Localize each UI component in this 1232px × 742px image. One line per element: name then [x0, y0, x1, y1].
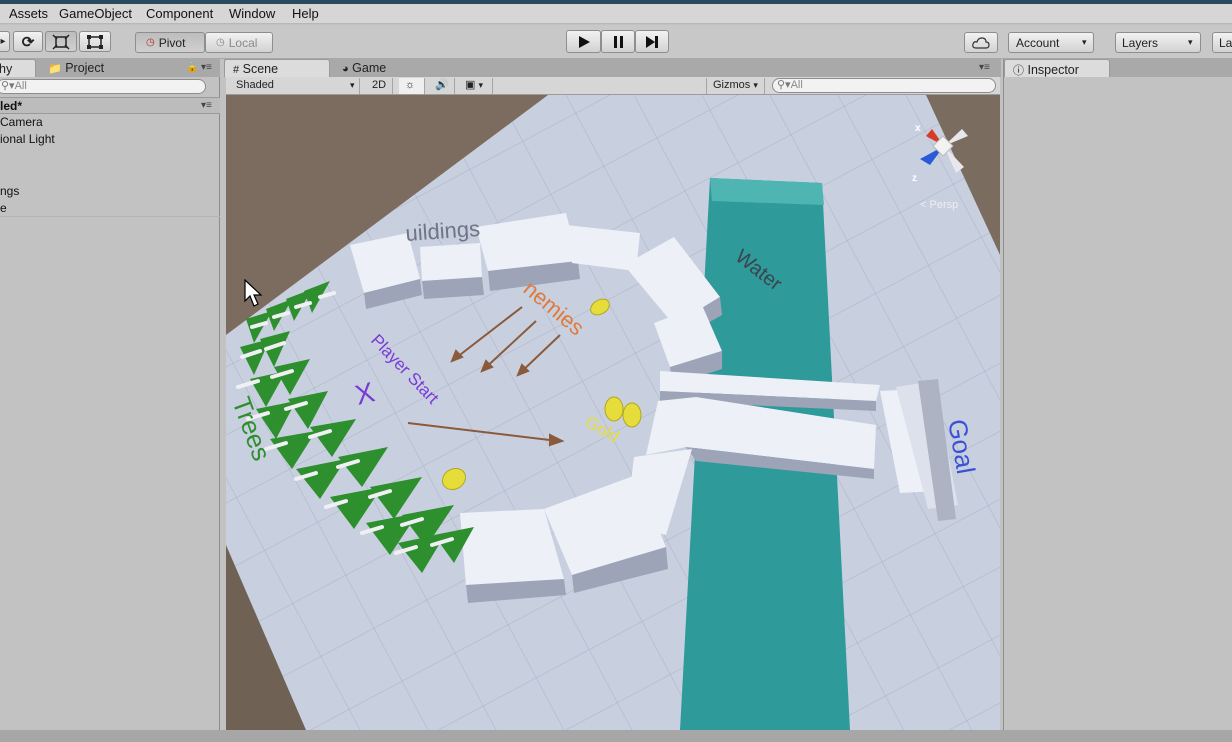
rotate-tool-button[interactable]: ⟳ — [13, 31, 43, 52]
scene-header-row[interactable]: led* ▾≡ — [0, 97, 220, 114]
project-tab-label: Project — [65, 61, 105, 75]
shading-mode-label: Shaded — [236, 79, 274, 91]
rect-tool-button[interactable] — [79, 31, 111, 52]
menu-window[interactable]: Window — [229, 6, 275, 21]
account-label: Account — [1016, 35, 1060, 50]
move-icon: ▸ — [0, 36, 6, 47]
local-toggle[interactable]: ◷ Local — [205, 32, 273, 53]
lighting-toggle[interactable]: ☼ — [399, 78, 425, 94]
pacman-icon: ◕ — [342, 63, 349, 75]
label-buildings: uildings — [405, 216, 481, 246]
tab-game[interactable]: ◕ Game — [334, 59, 394, 77]
scene-panel-menu-icon[interactable]: ▾≡ — [979, 62, 990, 73]
search-icon: ⚲▾ — [777, 79, 791, 91]
local-icon: ◷ — [216, 37, 225, 48]
cloud-icon — [972, 36, 990, 49]
cloud-button[interactable] — [964, 32, 998, 53]
hierarchy-item-camera[interactable]: Camera — [0, 114, 220, 131]
menu-component[interactable]: Component — [146, 6, 213, 21]
menu-help[interactable]: Help — [292, 6, 319, 21]
pivot-label: Pivot — [158, 35, 186, 50]
tab-hierarchy[interactable]: hy — [0, 59, 36, 77]
axis-x-label: x — [915, 123, 921, 134]
panel-menu-icon[interactable]: ▾≡ — [201, 62, 212, 73]
scene-name: led* — [0, 99, 23, 113]
shading-mode-dropdown[interactable]: Shaded ▾ — [230, 78, 360, 94]
chevron-down-icon: ▾ — [350, 80, 355, 90]
gizmos-dropdown[interactable]: Gizmos ▾ — [706, 78, 765, 94]
image-icon: ▣ — [465, 79, 476, 91]
effects-dropdown[interactable]: ▣ ▾ — [459, 78, 493, 94]
hierarchy-search-input[interactable]: ⚲▾All — [0, 79, 206, 94]
rotate-icon: ⟳ — [21, 33, 35, 51]
hierarchy-item-4[interactable]: e — [0, 200, 220, 217]
layout-label: La — [1219, 35, 1232, 50]
scene-render: uildings nemies Player Start X Gold Tree… — [226, 95, 1000, 730]
step-icon — [646, 35, 658, 48]
menu-assets[interactable]: Assets — [9, 6, 48, 21]
speaker-icon: 🔊 — [435, 79, 449, 91]
scene-menu-icon[interactable]: ▾≡ — [201, 98, 212, 114]
persp-label[interactable]: < Persp — [920, 199, 958, 211]
hierarchy-item-light[interactable]: ional Light — [0, 131, 220, 148]
2d-toggle[interactable]: 2D — [366, 78, 394, 94]
layers-dropdown[interactable]: Layers — [1115, 32, 1201, 53]
tab-inspector[interactable]: ⓘ Inspector — [1004, 59, 1110, 77]
hierarchy-panel: hy 📁 Project 🔒 ▾≡ ⚲▾All led* ▾≡ Camera i… — [0, 59, 220, 730]
layers-label: Layers — [1122, 35, 1159, 50]
grid-icon: # — [233, 64, 240, 76]
step-button[interactable] — [635, 30, 669, 53]
pause-button[interactable] — [601, 30, 635, 53]
layout-dropdown[interactable]: La — [1212, 32, 1232, 53]
search-placeholder: All — [14, 80, 27, 92]
scale-icon — [52, 33, 70, 50]
scene-tab-label: Scene — [242, 62, 279, 76]
local-label: Local — [228, 35, 258, 50]
scene-search-input[interactable]: ⚲▾All — [772, 78, 996, 93]
scene-tabstrip: # Scene ◕ Game ▾≡ — [224, 59, 1001, 77]
pivot-icon: ◷ — [146, 37, 155, 48]
move-tool-button[interactable]: ▸ — [0, 31, 10, 52]
scale-tool-button[interactable] — [45, 31, 77, 52]
mouse-cursor-icon — [244, 279, 263, 307]
main-toolbar: ▸ ⟳ ◷ Pivot ◷ Local Account Layers La — [0, 25, 1232, 59]
inspector-tab-label: Inspector — [1027, 63, 1079, 77]
inspector-panel: ⓘ Inspector — [1003, 59, 1232, 730]
lock-icon[interactable]: 🔒 — [186, 62, 198, 73]
pivot-toggle[interactable]: ◷ Pivot — [135, 32, 205, 53]
tab-scene[interactable]: # Scene — [224, 59, 330, 77]
inspector-tabstrip: ⓘ Inspector — [1004, 59, 1232, 77]
menu-bar: Assets GameObject Component Window Help — [0, 4, 1232, 24]
hierarchy-item-buildings[interactable]: ngs — [0, 183, 220, 200]
status-bar — [0, 730, 1232, 742]
play-button[interactable] — [566, 30, 601, 53]
search-icon: ⚲▾ — [1, 80, 15, 92]
pause-icon — [614, 35, 623, 48]
scene-viewport[interactable]: uildings nemies Player Start X Gold Tree… — [226, 95, 1000, 730]
play-icon — [578, 35, 590, 48]
folder-icon: 📁 — [48, 63, 62, 75]
sun-icon: ☼ — [405, 79, 416, 91]
hierarchy-tabstrip: hy 📁 Project 🔒 ▾≡ — [0, 59, 220, 77]
scene-search-placeholder: All — [790, 79, 803, 91]
menu-gameobject[interactable]: GameObject — [59, 6, 132, 21]
game-tab-label: Game — [352, 61, 387, 75]
audio-toggle[interactable]: 🔊 — [429, 78, 455, 94]
axis-z-label: z — [912, 173, 917, 184]
scene-view-toolbar: Shaded ▾ 2D ☼ 🔊 ▣ ▾ Gizmos ▾ ⚲▾All — [226, 77, 1000, 95]
info-icon: ⓘ — [1013, 65, 1024, 77]
account-dropdown[interactable]: Account — [1008, 32, 1094, 53]
rect-icon — [87, 34, 103, 49]
tab-project[interactable]: 📁 Project — [40, 59, 112, 77]
gizmos-label: Gizmos — [713, 79, 751, 91]
